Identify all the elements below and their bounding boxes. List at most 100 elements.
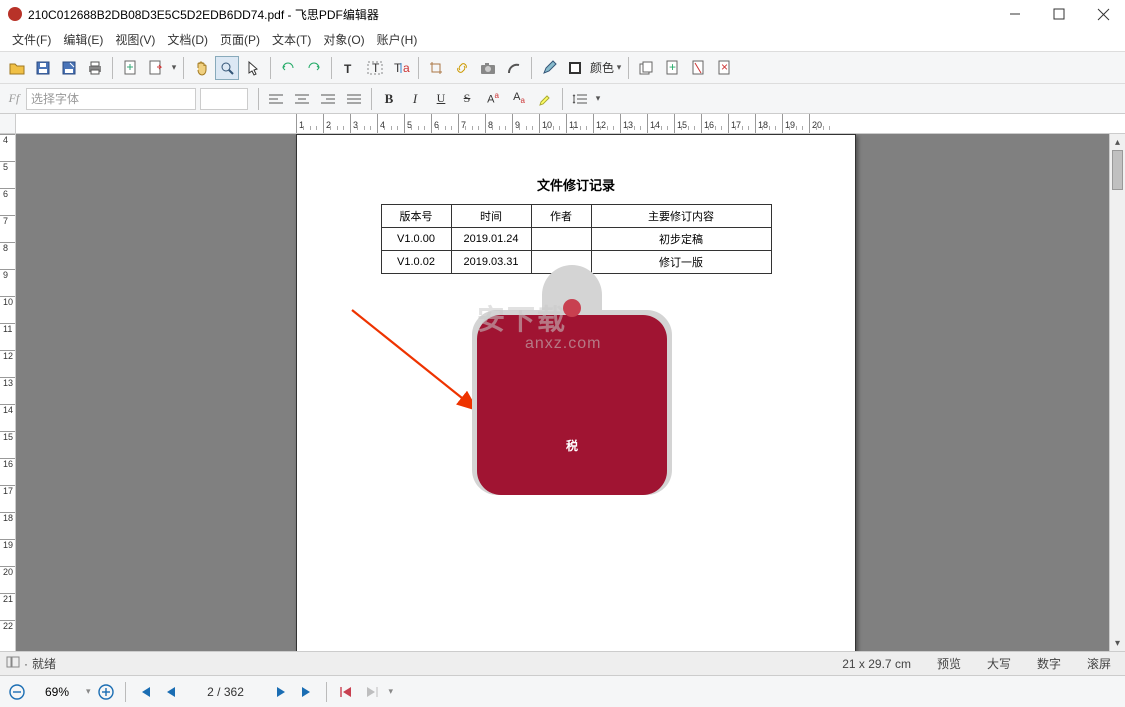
- status-dimensions: 21 x 29.7 cm: [834, 657, 919, 671]
- watermark-text: 安下载: [477, 298, 567, 338]
- font-icon: Ff: [6, 91, 22, 106]
- undo-icon[interactable]: [276, 56, 300, 80]
- zoom-value[interactable]: 69%: [32, 685, 82, 699]
- minimize-button[interactable]: [993, 0, 1037, 28]
- dropdown-icon[interactable]: ▾: [169, 62, 179, 73]
- close-button[interactable]: [1081, 0, 1125, 28]
- align-left-icon[interactable]: [264, 87, 288, 111]
- underline-icon[interactable]: U: [429, 87, 453, 111]
- vertical-ruler: 45678910111213141516171819202122: [0, 134, 16, 651]
- italic-icon[interactable]: I: [403, 87, 427, 111]
- prev-page-button[interactable]: [160, 681, 182, 703]
- horizontal-ruler-row: 1234567891011121314151617181920: [0, 114, 1125, 134]
- redo-icon[interactable]: [302, 56, 326, 80]
- menu-view[interactable]: 视图(V): [109, 31, 161, 48]
- align-right-icon[interactable]: [316, 87, 340, 111]
- horizontal-ruler: 1234567891011121314151617181920: [296, 114, 1125, 133]
- revision-table: 版本号时间作者主要修订内容 V1.0.002019.01.24初步定稿V1.0.…: [381, 204, 772, 274]
- zoom-out-button[interactable]: [6, 681, 28, 703]
- status-scroll: 滚屏: [1079, 655, 1119, 672]
- menu-edit[interactable]: 编辑(E): [57, 31, 109, 48]
- select-tool-icon[interactable]: [241, 56, 265, 80]
- status-bar: · 就绪 21 x 29.7 cm 预览 大写 数字 滚屏: [0, 651, 1125, 675]
- svg-text:+: +: [669, 60, 676, 74]
- thumbnail-toggle-icon[interactable]: [6, 656, 20, 671]
- scroll-down-icon[interactable]: ▾: [1110, 635, 1125, 651]
- menu-account[interactable]: 账户(H): [371, 31, 424, 48]
- page-view: 文件修订记录 版本号时间作者主要修订内容 V1.0.002019.01.24初步…: [296, 134, 856, 651]
- text-tool-icon[interactable]: T: [337, 56, 361, 80]
- document-canvas[interactable]: 文件修订记录 版本号时间作者主要修订内容 V1.0.002019.01.24初步…: [16, 134, 1109, 651]
- status-num: 数字: [1029, 655, 1069, 672]
- page-counter[interactable]: 2 / 362: [186, 685, 266, 699]
- menu-document[interactable]: 文档(D): [161, 31, 214, 48]
- open-icon[interactable]: [5, 56, 29, 80]
- align-center-icon[interactable]: [290, 87, 314, 111]
- table-cell: 2019.01.24: [451, 228, 531, 251]
- font-family-select[interactable]: 选择字体: [26, 88, 196, 110]
- svg-text:T: T: [344, 62, 352, 76]
- watermark-subtext: anxz.com: [525, 335, 601, 353]
- fill-color-icon[interactable]: [563, 56, 587, 80]
- doc-remove-icon[interactable]: [686, 56, 710, 80]
- navigation-bar: 69% ▾ 2 / 362 ▾: [0, 675, 1125, 707]
- hand-tool-icon[interactable]: [189, 56, 213, 80]
- crop-icon[interactable]: [424, 56, 448, 80]
- save-as-icon[interactable]: [57, 56, 81, 80]
- scroll-up-icon[interactable]: ▴: [1110, 134, 1125, 150]
- next-page-button[interactable]: [270, 681, 292, 703]
- bold-icon[interactable]: B: [377, 87, 401, 111]
- camera-icon[interactable]: [476, 56, 500, 80]
- svg-text:×: ×: [721, 60, 728, 74]
- color-dropdown-icon[interactable]: ▾: [614, 62, 624, 73]
- title-bar: 210C012688B2DB08D3E5C5D2EDB6DD74.pdf - 飞…: [0, 0, 1125, 28]
- table-cell: V1.0.00: [381, 228, 451, 251]
- save-icon[interactable]: [31, 56, 55, 80]
- subscript-icon[interactable]: Aa: [507, 87, 531, 111]
- menu-file[interactable]: 文件(F): [6, 31, 57, 48]
- doc-copy-icon[interactable]: [634, 56, 658, 80]
- line-spacing-dropdown[interactable]: ▾: [593, 93, 603, 104]
- vertical-scrollbar[interactable]: ▴ ▾: [1109, 134, 1125, 651]
- menu-bar: 文件(F) 编辑(E) 视图(V) 文档(D) 页面(P) 文本(T) 对象(O…: [0, 28, 1125, 52]
- text-edit-icon[interactable]: Ta: [389, 56, 413, 80]
- zoom-in-button[interactable]: [95, 681, 117, 703]
- forward-button[interactable]: [361, 681, 383, 703]
- scroll-thumb[interactable]: [1112, 150, 1123, 190]
- text-box-icon[interactable]: T: [363, 56, 387, 80]
- superscript-icon[interactable]: Aa: [481, 87, 505, 111]
- menu-page[interactable]: 页面(P): [214, 31, 266, 48]
- table-cell: 初步定稿: [591, 228, 771, 251]
- table-header: 版本号: [381, 205, 451, 228]
- table-cell: 2019.03.31: [451, 251, 531, 274]
- menu-text[interactable]: 文本(T): [266, 31, 317, 48]
- workspace: 45678910111213141516171819202122 文件修订记录 …: [0, 134, 1125, 651]
- last-page-button[interactable]: [296, 681, 318, 703]
- zoom-tool-icon[interactable]: [215, 56, 239, 80]
- menu-object[interactable]: 对象(O): [317, 31, 370, 48]
- maximize-button[interactable]: [1037, 0, 1081, 28]
- doc-title: 文件修订记录: [347, 175, 805, 194]
- table-cell: 修订一版: [591, 251, 771, 274]
- align-justify-icon[interactable]: [342, 87, 366, 111]
- line-spacing-icon[interactable]: [568, 87, 592, 111]
- font-size-select[interactable]: [200, 88, 248, 110]
- format-toolbar: Ff 选择字体 B I U S Aa Aa ▾: [0, 84, 1125, 114]
- first-page-button[interactable]: [134, 681, 156, 703]
- doc-add-icon[interactable]: +: [660, 56, 684, 80]
- page-export-icon[interactable]: [144, 56, 168, 80]
- pen-icon[interactable]: [537, 56, 561, 80]
- highlight-icon[interactable]: [533, 87, 557, 111]
- table-header: 主要修订内容: [591, 205, 771, 228]
- shape-arc-icon[interactable]: [502, 56, 526, 80]
- link-icon[interactable]: [450, 56, 474, 80]
- print-icon[interactable]: [83, 56, 107, 80]
- page-add-icon[interactable]: [118, 56, 142, 80]
- table-row: V1.0.002019.01.24 初步定稿: [381, 228, 771, 251]
- back-button[interactable]: [335, 681, 357, 703]
- main-toolbar: ▾ T T Ta 颜色 ▾ + ×: [0, 52, 1125, 84]
- doc-delete-icon[interactable]: ×: [712, 56, 736, 80]
- strikethrough-icon[interactable]: S: [455, 87, 479, 111]
- status-preview[interactable]: 预览: [929, 655, 969, 672]
- status-ready: 就绪: [32, 655, 56, 672]
